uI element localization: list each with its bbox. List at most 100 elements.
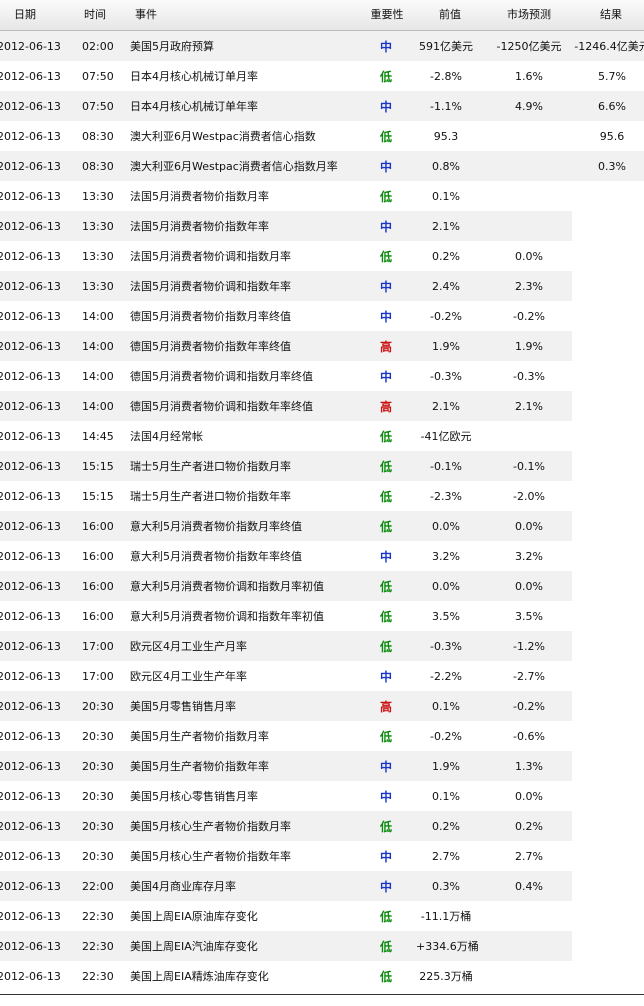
row-time: 20:30 bbox=[82, 820, 114, 833]
row-time: 20:30 bbox=[82, 730, 114, 743]
row-importance: 中 bbox=[379, 760, 392, 774]
row-time: 20:30 bbox=[82, 700, 114, 713]
table-row: 2012-06-13 13:30 法国5月消费者物价调和指数月率 低 0.2% 0.0% bbox=[0, 241, 572, 271]
row-date: 2012-06-13 bbox=[0, 790, 61, 803]
table-row: 2012-06-13 13:30 法国5月消费者物价指数月率 低 0.1% bbox=[0, 181, 572, 211]
row-importance: 中 bbox=[379, 310, 392, 324]
row-previous: -2.2% bbox=[430, 670, 462, 683]
row-date: 2012-06-13 bbox=[0, 430, 61, 443]
table-row: 2012-06-13 20:30 美国5月核心生产者物价指数年率 中 2.7% 2.7% bbox=[0, 841, 572, 871]
row-date: 2012-06-13 bbox=[0, 400, 61, 413]
row-result: -1246.4亿美元 bbox=[574, 40, 644, 53]
row-event: 欧元区4月工业生产年率 bbox=[130, 670, 247, 683]
row-importance: 中 bbox=[379, 160, 392, 174]
table-row: 2012-06-13 20:30 美国5月零售销售月率 高 0.1% -0.2% bbox=[0, 691, 572, 721]
row-forecast: -0.2% bbox=[513, 700, 545, 713]
row-previous: +334.6万桶 bbox=[416, 940, 479, 953]
table-body: 2012-06-13 02:00 美国5月政府预算中 591亿美元 -1250亿美元 -1… bbox=[0, 31, 644, 991]
row-forecast: 2.1% bbox=[515, 400, 543, 413]
row-previous: -0.3% bbox=[430, 640, 462, 653]
row-event: 意大利5月消费者物价调和指数年率初值 bbox=[130, 610, 324, 623]
row-event: 法国5月消费者物价调和指数年率 bbox=[130, 280, 291, 293]
row-event: 德国5月消费者物价指数年率终值 bbox=[130, 340, 291, 353]
row-event: 法国4月经常帐 bbox=[130, 430, 203, 443]
table-row: 2012-06-13 14:00 德国5月消费者物价调和指数月率终值 中 -0.3% -0… bbox=[0, 361, 572, 391]
row-importance: 低 bbox=[379, 580, 392, 594]
row-date: 2012-06-13 bbox=[0, 280, 61, 293]
row-event: 美国5月核心生产者物价指数年率 bbox=[130, 850, 291, 863]
row-date: 2012-06-13 bbox=[0, 130, 61, 143]
table-row: 2012-06-13 17:00 欧元区4月工业生产年率 中 -2.2% -2.7% bbox=[0, 661, 572, 691]
row-date: 2012-06-13 bbox=[0, 460, 61, 473]
row-result: 0.3% bbox=[598, 160, 626, 173]
header-result: 结果 bbox=[600, 8, 622, 21]
row-time: 14:00 bbox=[82, 310, 114, 323]
table-row: 2012-06-13 22:00 美国4月商业库存月率 中 0.3% 0.4% bbox=[0, 871, 572, 901]
row-date: 2012-06-13 bbox=[0, 820, 61, 833]
row-importance: 中 bbox=[379, 40, 392, 54]
row-event: 美国5月零售销售月率 bbox=[130, 700, 236, 713]
row-importance: 中 bbox=[379, 100, 392, 114]
row-previous: 3.2% bbox=[432, 550, 460, 563]
table-row: 2012-06-13 08:30 澳大利亚6月Westpac消费者信心指数月率 中 0.… bbox=[0, 151, 644, 181]
row-forecast: -0.2% bbox=[513, 310, 545, 323]
row-forecast: 0.0% bbox=[515, 790, 543, 803]
row-previous: -41亿欧元 bbox=[420, 430, 472, 443]
row-date: 2012-06-13 bbox=[0, 910, 61, 923]
table-header: 日期 时间 事件 重要性 前值 市场预测 结果 bbox=[0, 0, 644, 31]
table-row: 2012-06-13 02:00 美国5月政府预算 中 591亿美元 -1250亿美元 -1… bbox=[0, 31, 644, 61]
row-time: 08:30 bbox=[82, 160, 114, 173]
row-time: 16:00 bbox=[82, 550, 114, 563]
row-result: 6.6% bbox=[598, 100, 626, 113]
row-time: 15:15 bbox=[82, 490, 114, 503]
table-row: 2012-06-13 14:00 德国5月消费者物价指数年率终值 高 1.9% 1.9% bbox=[0, 331, 572, 361]
row-forecast: 3.5% bbox=[515, 610, 543, 623]
row-event: 澳大利亚6月Westpac消费者信心指数月率 bbox=[130, 160, 338, 173]
row-previous: 2.7% bbox=[432, 850, 460, 863]
row-date: 2012-06-13 bbox=[0, 100, 61, 113]
row-time: 02:00 bbox=[82, 40, 114, 53]
header-date: 日期 bbox=[14, 8, 36, 21]
table-row: 2012-06-13 14:00 德国5月消费者物价指数月率终值 中 -0.2% -0.2… bbox=[0, 301, 572, 331]
table-row: 2012-06-13 20:30 美国5月核心零售销售月率 中 0.1% 0.0% bbox=[0, 781, 572, 811]
row-date: 2012-06-13 bbox=[0, 250, 61, 263]
row-importance: 低 bbox=[379, 640, 392, 654]
table-row: 2012-06-13 14:45 法国4月经常帐 低 -41亿欧元 bbox=[0, 421, 572, 451]
row-previous: 0.0% bbox=[432, 520, 460, 533]
row-time: 07:50 bbox=[82, 100, 114, 113]
row-previous: 591亿美元 bbox=[419, 40, 473, 53]
row-time: 22:00 bbox=[82, 880, 114, 893]
row-time: 16:00 bbox=[82, 610, 114, 623]
row-forecast: 1.9% bbox=[515, 340, 543, 353]
row-time: 13:30 bbox=[82, 250, 114, 263]
row-event: 德国5月消费者物价指数月率终值 bbox=[130, 310, 291, 323]
row-importance: 低 bbox=[379, 940, 392, 954]
row-forecast: 4.9% bbox=[515, 100, 543, 113]
table-row: 2012-06-13 20:30 美国5月核心生产者物价指数月率 低 0.2% 0.2% bbox=[0, 811, 572, 841]
row-forecast: 0.0% bbox=[515, 580, 543, 593]
row-previous: -1.1% bbox=[430, 100, 462, 113]
row-date: 2012-06-13 bbox=[0, 340, 61, 353]
row-event: 美国5月核心生产者物价指数月率 bbox=[130, 820, 291, 833]
row-date: 2012-06-13 bbox=[0, 70, 61, 83]
row-importance: 中 bbox=[379, 880, 392, 894]
row-importance: 低 bbox=[379, 460, 392, 474]
row-previous: 2.4% bbox=[432, 280, 460, 293]
row-importance: 高 bbox=[379, 400, 392, 414]
table-row: 2012-06-13 13:30 法国5月消费者物价指数年率 中 2.1% bbox=[0, 211, 572, 241]
row-time: 07:50 bbox=[82, 70, 114, 83]
row-previous: 0.2% bbox=[432, 250, 460, 263]
row-time: 13:30 bbox=[82, 280, 114, 293]
row-previous: -0.1% bbox=[430, 460, 462, 473]
row-importance: 低 bbox=[379, 190, 392, 204]
table-row: 2012-06-13 15:15 瑞士5月生产者进口物价指数年率 低 -2.3% -2.0… bbox=[0, 481, 572, 511]
row-result: 5.7% bbox=[598, 70, 626, 83]
row-event: 德国5月消费者物价调和指数年率终值 bbox=[130, 400, 313, 413]
row-date: 2012-06-13 bbox=[0, 160, 61, 173]
row-previous: -0.3% bbox=[430, 370, 462, 383]
row-time: 20:30 bbox=[82, 850, 114, 863]
row-importance: 中 bbox=[379, 550, 392, 564]
row-importance: 高 bbox=[379, 340, 392, 354]
row-forecast: 3.2% bbox=[515, 550, 543, 563]
row-previous: -2.8% bbox=[430, 70, 462, 83]
